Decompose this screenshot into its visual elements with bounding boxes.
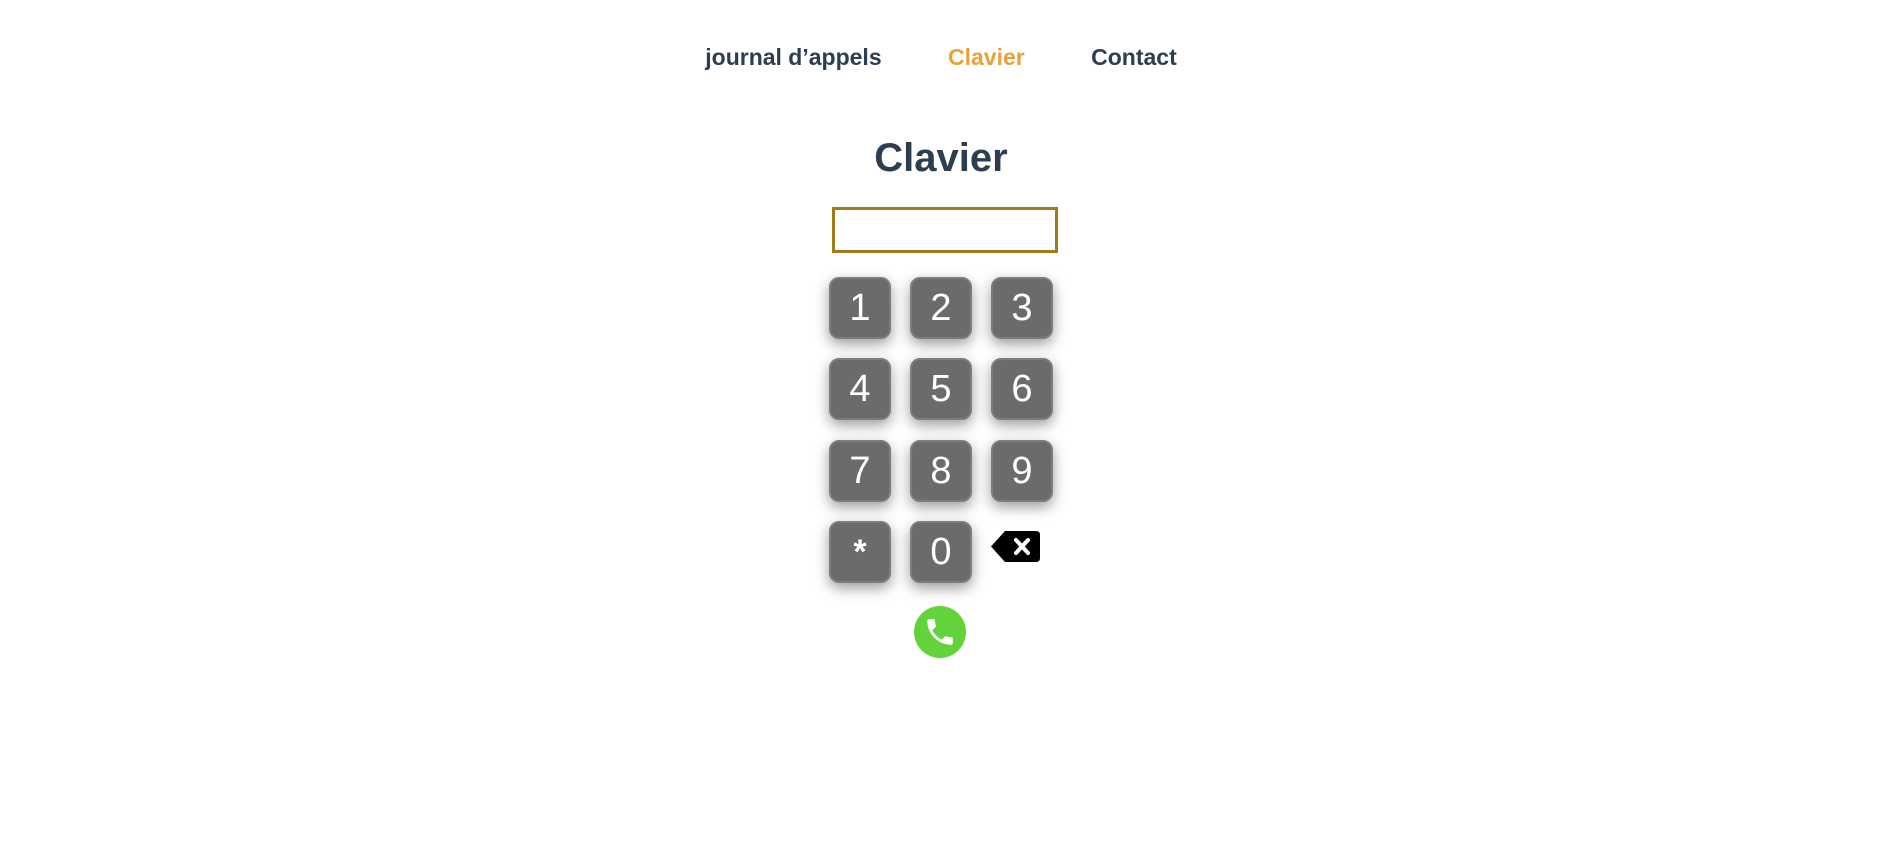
- key-6[interactable]: 6: [991, 358, 1053, 420]
- key-4[interactable]: 4: [829, 358, 891, 420]
- phone-icon: [927, 619, 953, 645]
- key-5[interactable]: 5: [910, 358, 972, 420]
- backspace-icon: [991, 531, 1040, 562]
- key-star[interactable]: *: [829, 521, 891, 583]
- phone-number-input[interactable]: [832, 207, 1058, 253]
- backspace-button[interactable]: [990, 529, 1042, 564]
- nav-item-contact[interactable]: Contact: [1091, 44, 1177, 71]
- key-1[interactable]: 1: [829, 277, 891, 339]
- nav-item-call-log[interactable]: journal d’appels: [705, 44, 881, 71]
- call-button[interactable]: [914, 606, 966, 658]
- key-7[interactable]: 7: [829, 440, 891, 502]
- key-9[interactable]: 9: [991, 440, 1053, 502]
- main-nav: journal d’appels Clavier Contact: [0, 44, 1882, 71]
- page-title: Clavier: [874, 136, 1008, 180]
- key-3[interactable]: 3: [991, 277, 1053, 339]
- nav-item-keypad[interactable]: Clavier: [948, 44, 1025, 71]
- key-2[interactable]: 2: [910, 277, 972, 339]
- key-8[interactable]: 8: [910, 440, 972, 502]
- key-0[interactable]: 0: [910, 521, 972, 583]
